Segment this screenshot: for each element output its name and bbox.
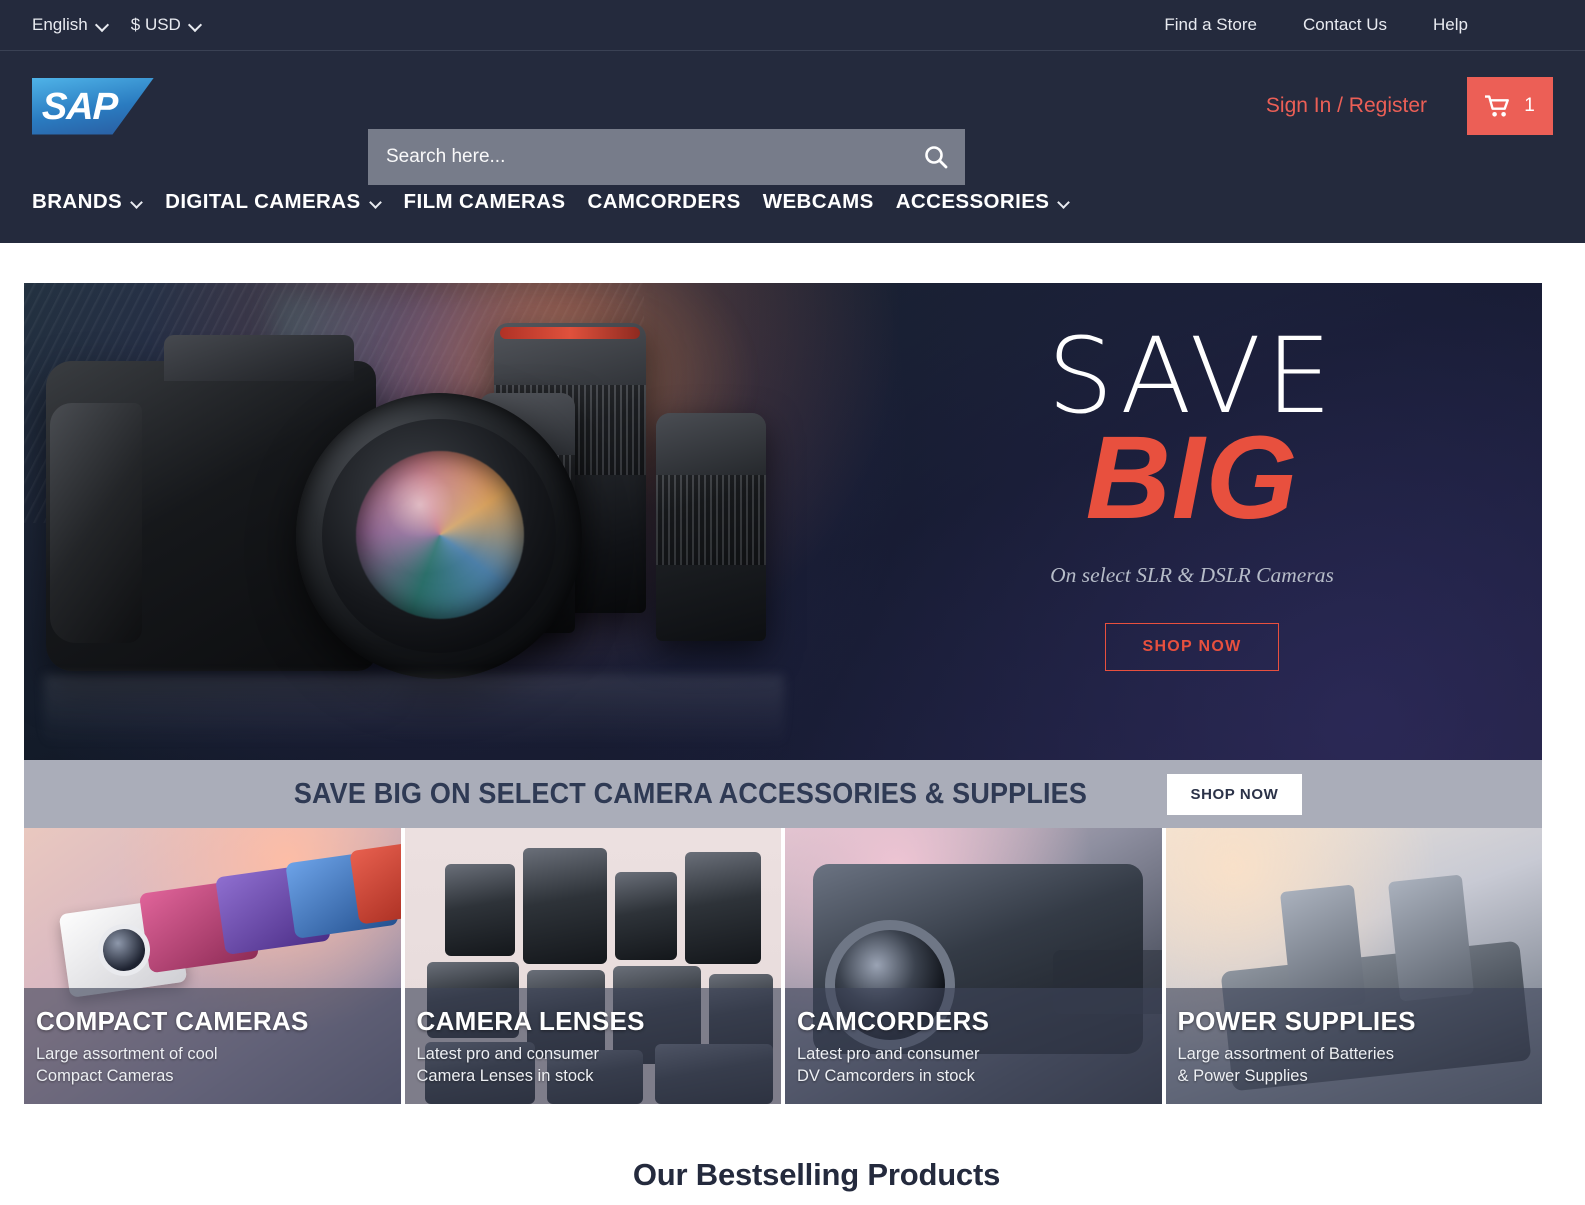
tile-caption: COMPACT CAMERAS Large assortment of cool… (24, 988, 401, 1104)
tile-title: POWER SUPPLIES (1177, 1006, 1416, 1036)
category-tile-compact-cameras[interactable]: COMPACT CAMERAS Large assortment of cool… (24, 828, 401, 1104)
search-input[interactable] (368, 129, 907, 185)
lens-shape (684, 852, 761, 964)
nav-label: DIGITAL CAMERAS (165, 190, 361, 213)
tile-caption: CAMCORDERS Latest pro and consumer DV Ca… (785, 988, 1162, 1104)
bestselling-title: Our Bestselling Products (632, 1157, 1001, 1192)
promo-shop-now-button[interactable]: SHOP NOW (1166, 773, 1303, 815)
category-tiles: COMPACT CAMERAS Large assortment of cool… (24, 828, 1542, 1104)
lens-small-shape (656, 413, 766, 641)
site-header: English $ USD Find a Store Contact Us He… (0, 0, 1585, 243)
language-label: English (32, 15, 88, 34)
logo-text: SAP (41, 85, 118, 128)
lens-ridges (656, 475, 766, 565)
currency-label: $ USD (130, 15, 181, 34)
hero-copy: SAVE BIG On select SLR & DSLR Cameras SH… (882, 323, 1502, 671)
tile-title: CAMCORDERS (797, 1006, 990, 1036)
camera-reflection (44, 675, 784, 745)
lens-shape (614, 872, 677, 960)
currency-selector[interactable]: $ USD (131, 15, 202, 35)
nav-item-camcorders[interactable]: CAMCORDERS (588, 190, 741, 214)
tile-title: CAMERA LENSES (416, 1006, 645, 1036)
nav-item-brands[interactable]: BRANDS (32, 190, 143, 214)
hero-subtext: On select SLR & DSLR Cameras (1050, 562, 1334, 587)
header-main-row: SAP Sign In / Register 1 (0, 51, 1585, 185)
compact-camera-shape (349, 837, 401, 925)
tile-caption: CAMERA LENSES Latest pro and consumer Ca… (404, 988, 781, 1104)
page-content: SAVE BIG On select SLR & DSLR Cameras SH… (0, 243, 1585, 1193)
chevron-down-icon (1059, 197, 1070, 208)
category-tile-camera-lenses[interactable]: CAMERA LENSES Latest pro and consumer Ca… (404, 828, 781, 1104)
nav-item-film-cameras[interactable]: FILM CAMERAS (404, 190, 566, 214)
search-bar (368, 129, 965, 185)
nav-label: ACCESSORIES (895, 190, 1050, 213)
shopping-cart-icon (1485, 94, 1510, 117)
nav-label: FILM CAMERAS (403, 190, 566, 213)
nav-label: CAMCORDERS (587, 190, 741, 213)
camera-grip-shape (50, 403, 142, 643)
tile-caption: POWER SUPPLIES Large assortment of Batte… (1165, 988, 1542, 1104)
utility-links: Find a Store Contact Us Help (1164, 15, 1553, 35)
hero-headline-bottom: BIG (1085, 412, 1299, 545)
tile-description: Large assortment of Batteries & Power Su… (1177, 1045, 1394, 1085)
utility-bar: English $ USD Find a Store Contact Us He… (0, 0, 1585, 51)
cart-button[interactable]: 1 (1467, 77, 1553, 135)
chevron-down-icon (371, 197, 382, 208)
search-button[interactable] (907, 129, 965, 185)
account-area: Sign In / Register 1 (1266, 51, 1553, 161)
category-tile-camcorders[interactable]: CAMCORDERS Latest pro and consumer DV Ca… (785, 828, 1162, 1104)
nav-item-webcams[interactable]: WEBCAMS (763, 190, 874, 214)
nav-label: BRANDS (32, 190, 123, 213)
search-icon (925, 146, 948, 169)
tile-title: COMPACT CAMERAS (36, 1006, 309, 1036)
bestselling-section: Our Bestselling Products (24, 1104, 1585, 1193)
camera-lens-shape (296, 393, 582, 679)
sap-logo[interactable]: SAP (32, 77, 154, 135)
locale-controls: English $ USD (32, 15, 202, 35)
chevron-down-icon (190, 19, 202, 31)
help-link[interactable]: Help (1433, 15, 1468, 35)
tile-description: Latest pro and consumer DV Camcorders in… (797, 1045, 980, 1085)
lens-shape (444, 864, 515, 956)
camera-lens-glass (356, 451, 524, 619)
nav-item-digital-cameras[interactable]: DIGITAL CAMERAS (165, 190, 381, 214)
lens-shape (522, 848, 607, 964)
sign-in-register-link[interactable]: Sign In / Register (1266, 94, 1427, 118)
contact-us-link[interactable]: Contact Us (1303, 15, 1387, 35)
cart-count: 1 (1524, 95, 1535, 116)
find-a-store-link[interactable]: Find a Store (1164, 15, 1257, 35)
camera-top-plate-shape (164, 335, 354, 381)
tile-description: Large assortment of cool Compact Cameras (36, 1045, 218, 1085)
hero-shop-now-button[interactable]: SHOP NOW (1105, 622, 1279, 671)
hero-banner[interactable]: SAVE BIG On select SLR & DSLR Cameras SH… (24, 283, 1542, 760)
battery-shape (1387, 874, 1474, 1002)
tile-description: Latest pro and consumer Camera Lenses in… (416, 1045, 600, 1085)
promo-strip: SAVE BIG ON SELECT CAMERA ACCESSORIES & … (24, 760, 1542, 828)
nav-item-accessories[interactable]: ACCESSORIES (896, 190, 1071, 214)
chevron-down-icon (132, 197, 143, 208)
chevron-down-icon (97, 19, 109, 31)
category-tile-power-supplies[interactable]: POWER SUPPLIES Large assortment of Batte… (1165, 828, 1542, 1104)
promo-text: SAVE BIG ON SELECT CAMERA ACCESSORIES & … (293, 777, 1087, 810)
language-selector[interactable]: English (32, 15, 109, 35)
nav-label: WEBCAMS (762, 190, 874, 213)
